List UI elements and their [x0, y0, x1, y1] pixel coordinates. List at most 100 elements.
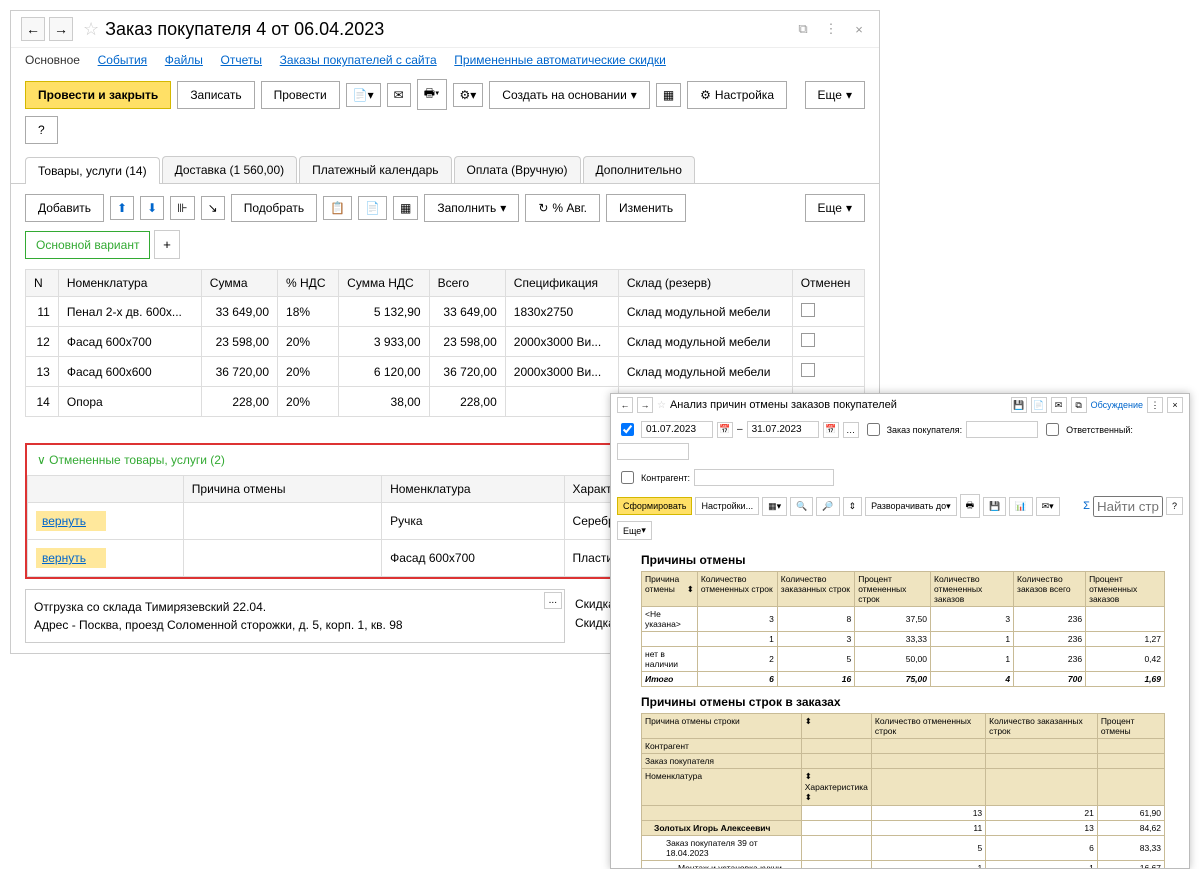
chart-icon[interactable]: 📊 — [1009, 497, 1032, 516]
report-menu-icon[interactable]: ⋮ — [1147, 397, 1163, 413]
move-up-button[interactable]: ⬆ — [110, 196, 134, 220]
contractor-input[interactable] — [694, 469, 834, 486]
report-fwd-button[interactable]: → — [637, 397, 653, 413]
copy-rows-icon[interactable]: 📋 — [323, 196, 352, 220]
cal-to-icon[interactable]: 📅 — [823, 422, 839, 438]
period-icon[interactable]: … — [843, 422, 859, 438]
col-header[interactable]: Всего — [429, 270, 505, 297]
nav-site-orders[interactable]: Заказы покупателей с сайта — [280, 53, 437, 67]
table-row[interactable]: 13Фасад 600x60036 720,0020%6 120,0036 72… — [26, 357, 865, 387]
report-close-icon[interactable]: × — [1167, 397, 1183, 413]
report-more-button[interactable]: Еще▾ — [617, 521, 652, 540]
col-header[interactable]: Склад (резерв) — [618, 270, 792, 297]
close-icon[interactable]: × — [849, 19, 869, 39]
find-icon[interactable]: 🔍 — [790, 497, 813, 516]
save-icon[interactable]: 💾 — [983, 497, 1006, 516]
pick-button[interactable]: Подобрать — [231, 194, 317, 222]
import-icon[interactable]: ↘ — [201, 196, 225, 220]
paste-rows-icon[interactable]: 📄 — [358, 196, 387, 220]
cancelled-checkbox[interactable] — [801, 333, 815, 347]
struct-icon[interactable]: ▦ — [656, 83, 681, 107]
favorite-icon[interactable]: ☆ — [83, 19, 99, 40]
report-mail-icon[interactable]: ✉ — [1051, 397, 1067, 413]
nav-files[interactable]: Файлы — [165, 53, 203, 67]
nav-events[interactable]: События — [98, 53, 148, 67]
settings-button[interactable]: ⚙ Настройка — [687, 81, 787, 109]
print-icon[interactable]: 🖶▾ — [417, 79, 447, 110]
barcode-icon[interactable]: ⊪ — [170, 196, 194, 220]
add-row-button[interactable]: Добавить — [25, 194, 104, 222]
resp-input[interactable] — [617, 443, 689, 460]
col-header[interactable]: Спецификация — [505, 270, 618, 297]
report-row[interactable]: Монтаж и установка кухни1116,67 — [642, 861, 1165, 869]
return-link[interactable]: вернуть — [36, 548, 106, 568]
forward-button[interactable]: → — [49, 17, 73, 41]
help-icon[interactable]: ? — [1166, 497, 1183, 515]
discuss-link[interactable]: Обсуждение — [1091, 400, 1143, 410]
col-header[interactable]: N — [26, 270, 59, 297]
add-variant-button[interactable]: + — [154, 230, 180, 259]
expand-button[interactable]: Разворачивать до ▾ — [865, 497, 957, 516]
print-icon[interactable]: 🖶 — [960, 494, 981, 518]
mail-icon[interactable]: ✉ — [387, 83, 411, 107]
resp-filter-check[interactable] — [1046, 423, 1059, 436]
help-button[interactable]: ? — [25, 116, 58, 144]
col-header[interactable]: Сумма НДС — [339, 270, 429, 297]
change-button[interactable]: Изменить — [606, 194, 686, 222]
table-row[interactable]: 11Пенал 2-х дв. 600х...33 649,0018%5 132… — [26, 297, 865, 327]
col-header[interactable]: Сумма — [201, 270, 277, 297]
collapse-icon[interactable]: ⇕ — [843, 497, 863, 516]
report-row[interactable]: Заказ покупателя 39 от 18.04.20235683,33 — [642, 836, 1165, 861]
move-down-button[interactable]: ⬇ — [140, 196, 164, 220]
create-based-button[interactable]: Создать на основании ▾ — [489, 81, 650, 109]
tab-delivery[interactable]: Доставка (1 560,00) — [162, 156, 298, 183]
fill-button[interactable]: Заполнить ▾ — [424, 194, 519, 222]
tab-payment[interactable]: Оплата (Вручную) — [454, 156, 581, 183]
col-header[interactable]: Отменен — [792, 270, 864, 297]
date-to-input[interactable] — [747, 421, 819, 438]
calc-icon[interactable]: ▦ — [393, 196, 418, 220]
more-button[interactable]: Еще ▾ — [805, 81, 865, 109]
nav-main[interactable]: Основное — [25, 53, 80, 67]
variant-button[interactable]: Основной вариант — [25, 231, 150, 259]
report-file-icon[interactable]: 📄 — [1031, 397, 1047, 413]
mail2-icon[interactable]: ✉▾ — [1036, 497, 1060, 516]
find2-icon[interactable]: 🔎 — [816, 497, 839, 516]
find-row-input[interactable] — [1093, 496, 1163, 517]
report-row[interactable]: Итого61675,0047001,69 — [642, 672, 1165, 687]
nav-reports[interactable]: Отчеты — [221, 53, 262, 67]
write-button[interactable]: Записать — [177, 81, 254, 109]
cancelled-checkbox[interactable] — [801, 363, 815, 377]
table-row[interactable]: 12Фасад 600x70023 598,0020%3 933,0023 59… — [26, 327, 865, 357]
order-filter-check[interactable] — [867, 423, 880, 436]
gear-icon[interactable]: ⚙▾ — [453, 83, 484, 107]
col-header[interactable]: % НДС — [278, 270, 339, 297]
report-row[interactable]: 1333,3312361,27 — [642, 632, 1165, 647]
goods-more-button[interactable]: Еще ▾ — [805, 194, 865, 222]
return-link[interactable]: вернуть — [36, 511, 106, 531]
cancelled-checkbox[interactable] — [801, 303, 815, 317]
cal-from-icon[interactable]: 📅 — [717, 422, 733, 438]
tab-additional[interactable]: Дополнительно — [583, 156, 695, 183]
post-close-button[interactable]: Провести и закрыть — [25, 81, 171, 109]
date-from-input[interactable] — [641, 421, 713, 438]
copy-icon[interactable]: 📄▾ — [346, 83, 381, 107]
tab-goods[interactable]: Товары, услуги (14) — [25, 157, 160, 184]
report-save-icon[interactable]: 💾 — [1011, 397, 1027, 413]
avg-button[interactable]: ↻ % Авг. — [525, 194, 600, 222]
report-row[interactable]: нет в наличии2550,0012360,42 — [642, 647, 1165, 672]
generate-button[interactable]: Сформировать — [617, 497, 692, 515]
star-icon[interactable]: ☆ — [657, 400, 666, 411]
struct-icon[interactable]: ▦▾ — [762, 497, 787, 516]
link-icon[interactable]: ⧉ — [793, 19, 813, 39]
nav-discounts[interactable]: Примененные автоматические скидки — [454, 53, 666, 67]
tab-payment-calendar[interactable]: Платежный календарь — [299, 156, 451, 183]
report-row[interactable]: 132161,90 — [642, 806, 1165, 821]
col-header[interactable]: Номенклатура — [58, 270, 201, 297]
report-row[interactable]: <Не указана>3837,503236 — [642, 607, 1165, 632]
order-input[interactable] — [966, 421, 1038, 438]
back-button[interactable]: ← — [21, 17, 45, 41]
address-box[interactable]: Отгрузка со склада Тимирязевский 22.04. … — [25, 589, 565, 643]
report-link-icon[interactable]: ⧉ — [1071, 397, 1087, 413]
report-settings-button[interactable]: Настройки... — [695, 497, 759, 515]
